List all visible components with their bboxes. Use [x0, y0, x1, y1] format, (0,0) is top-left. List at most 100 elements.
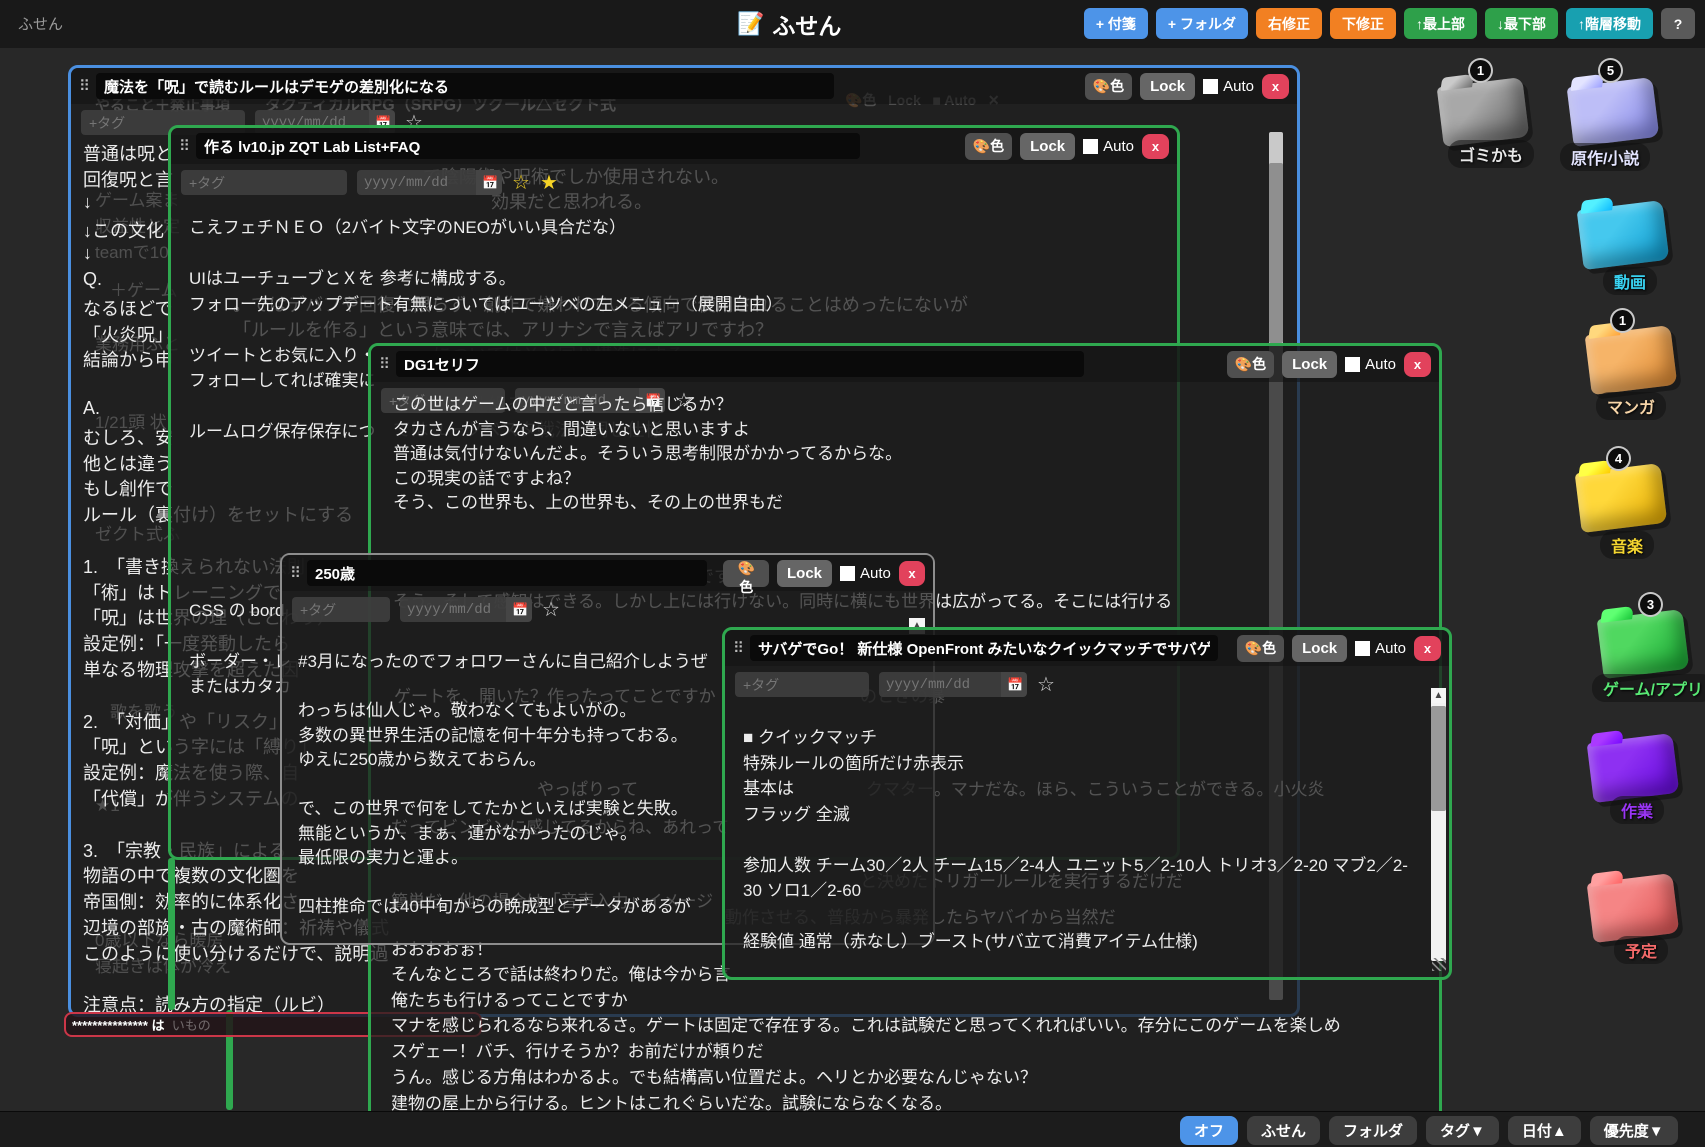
note-content-line: 「火炎呪」 [83, 321, 173, 347]
folder-icon[interactable] [1575, 463, 1668, 533]
checkbox-box [1345, 357, 1360, 372]
note-content-line: フラッグ 全滅 [743, 802, 1415, 828]
lock-button[interactable]: Lock [1140, 73, 1195, 100]
sort-button-1[interactable]: ふせん [1247, 1116, 1320, 1145]
checkbox-box [840, 566, 855, 581]
date-input[interactable] [400, 597, 506, 622]
note-content-line: ■ クイックマッチ [743, 725, 1415, 751]
folder-label: 作業 [1610, 796, 1664, 824]
note-title-input[interactable] [307, 560, 707, 586]
close-button[interactable]: x [1262, 74, 1289, 99]
note-content-line: 基本は [743, 776, 1415, 802]
drag-handle-icon[interactable]: ⠿ [733, 639, 742, 657]
folder-icon[interactable] [1437, 77, 1530, 147]
auto-label: Auto [1365, 356, 1396, 373]
resize-handle-icon[interactable] [1432, 958, 1446, 971]
folder-icon[interactable] [1567, 77, 1660, 147]
red-note-ghost-text: いもの [165, 1018, 211, 1033]
color-button[interactable]: 🎨色 [1227, 351, 1274, 378]
folder-icon[interactable] [1597, 609, 1690, 679]
sort-button-3[interactable]: タグ▼ [1426, 1116, 1499, 1145]
color-button[interactable]: 🎨色 [723, 560, 769, 587]
favorite-star-icon[interactable]: ☆ [1037, 675, 1055, 695]
checkbox-box [1083, 139, 1098, 154]
note-content-line: なるほどで [83, 295, 173, 321]
note-titlebar: ⠿ 🎨色 Lock Autox [171, 128, 1177, 164]
lock-button[interactable]: Lock [1292, 635, 1347, 662]
color-button[interactable]: 🎨色 [1237, 635, 1284, 662]
lock-button[interactable]: Lock [777, 560, 832, 587]
note-title-input[interactable] [750, 635, 1218, 661]
scrollbar-thumb[interactable] [1269, 163, 1283, 343]
sort-button-5[interactable]: 優先度▼ [1590, 1116, 1678, 1145]
topbar-button-5[interactable]: ↓最下部 [1485, 8, 1558, 39]
scroll-up-icon[interactable]: ▲ [1431, 688, 1446, 703]
bottom-toolbar: オフふせんフォルダタグ▼ 日付▲ 優先度▼ [0, 1111, 1705, 1147]
note-content-line: 参加人数 チーム30／2人 チーム15／2-4人 ユニット5／2-10人 トリオ… [743, 853, 1415, 904]
auto-label: Auto [1223, 78, 1254, 95]
close-button[interactable]: x [899, 561, 925, 586]
auto-checkbox[interactable]: Auto [1355, 640, 1406, 657]
calendar-icon[interactable]: 📅 [476, 170, 502, 195]
folder-icon[interactable] [1587, 733, 1680, 803]
note-title-input[interactable] [396, 351, 1084, 377]
note-content-line: #3月になったのでフォロワーさんに自己紹介しようぜ [298, 647, 708, 672]
lock-button[interactable]: Lock [1020, 133, 1075, 160]
note-content-line: UIはユーチューブとＸを 参考に構成する。 [189, 264, 516, 289]
topbar-button-6[interactable]: ↑階層移動 [1566, 8, 1653, 39]
topbar-button-3[interactable]: 下修正 [1330, 8, 1396, 39]
sort-button-4[interactable]: 日付▲ [1508, 1116, 1581, 1145]
auto-label: Auto [860, 565, 891, 582]
date-input[interactable] [357, 170, 476, 195]
note-content-line: 無能というか、まぁ、運がなかったのじゃ。 [298, 819, 637, 844]
note-content-fragment: スゲェー！バチ、行けそうか？お前だけが頼りだ [391, 1037, 764, 1062]
note-titlebar: ⠿ 🎨色 Lock Autox [725, 630, 1449, 666]
favorite-star-icon[interactable]: ☆ [542, 600, 560, 620]
note-content-line: ツイートとお気に入り・ [189, 341, 376, 366]
sort-button-0[interactable]: オフ [1180, 1116, 1238, 1145]
favorite-star-icon[interactable]: ☆ [512, 173, 530, 193]
page-title: ふせん [772, 7, 841, 41]
color-button[interactable]: 🎨色 [965, 133, 1012, 160]
folder-label: 音楽 [1600, 531, 1654, 559]
note-content-line: 四柱推命では40中旬からの晩成型とデータがあるが [298, 892, 691, 917]
drag-handle-icon[interactable]: ⠿ [179, 137, 188, 155]
auto-label: Auto [1375, 640, 1406, 657]
scrollbar-thumb[interactable] [1431, 706, 1446, 811]
auto-checkbox[interactable]: Auto [1345, 356, 1396, 373]
folder-label: 原作/小説 [1560, 143, 1650, 171]
topbar-button-7[interactable]: ? [1661, 8, 1695, 39]
drag-handle-icon[interactable]: ⠿ [379, 355, 388, 373]
auto-checkbox[interactable]: Auto [840, 565, 891, 582]
folder-icon[interactable] [1577, 200, 1670, 270]
favorite-star-icon[interactable]: ★ [540, 173, 558, 193]
tag-input[interactable] [292, 597, 390, 622]
topbar-button-4[interactable]: ↑最上部 [1404, 8, 1477, 39]
close-button[interactable]: x [1142, 134, 1169, 159]
note-titlebar: ⠿ 🎨色 Lock Autox [71, 68, 1297, 104]
topbar-button-0[interactable]: + 付箋 [1084, 8, 1148, 39]
calendar-icon[interactable]: 📅 [506, 597, 532, 622]
auto-label: Auto [1103, 138, 1134, 155]
topbar-button-1[interactable]: + フォルダ [1156, 8, 1248, 39]
close-button[interactable]: x [1404, 352, 1431, 377]
folder-icon[interactable] [1585, 325, 1678, 395]
tag-input[interactable] [735, 672, 869, 697]
note-content-line: ルームログ保存保存につ [189, 417, 376, 442]
folder-icon[interactable] [1587, 873, 1680, 943]
close-button[interactable]: x [1414, 636, 1441, 661]
folder-count-badge: 1 [1610, 308, 1635, 333]
calendar-icon[interactable]: 📅 [1001, 672, 1027, 697]
auto-checkbox[interactable]: Auto [1203, 78, 1254, 95]
drag-handle-icon[interactable]: ⠿ [290, 564, 299, 582]
lock-button[interactable]: Lock [1282, 351, 1337, 378]
auto-checkbox[interactable]: Auto [1083, 138, 1134, 155]
sort-button-2[interactable]: フォルダ [1329, 1116, 1417, 1145]
drag-handle-icon[interactable]: ⠿ [79, 77, 88, 95]
tag-input[interactable] [181, 170, 347, 195]
note-title-input[interactable] [96, 73, 834, 99]
topbar-button-2[interactable]: 右修正 [1256, 8, 1322, 39]
color-button[interactable]: 🎨色 [1085, 73, 1132, 100]
date-input[interactable] [879, 672, 1001, 697]
note-title-input[interactable] [196, 133, 860, 159]
